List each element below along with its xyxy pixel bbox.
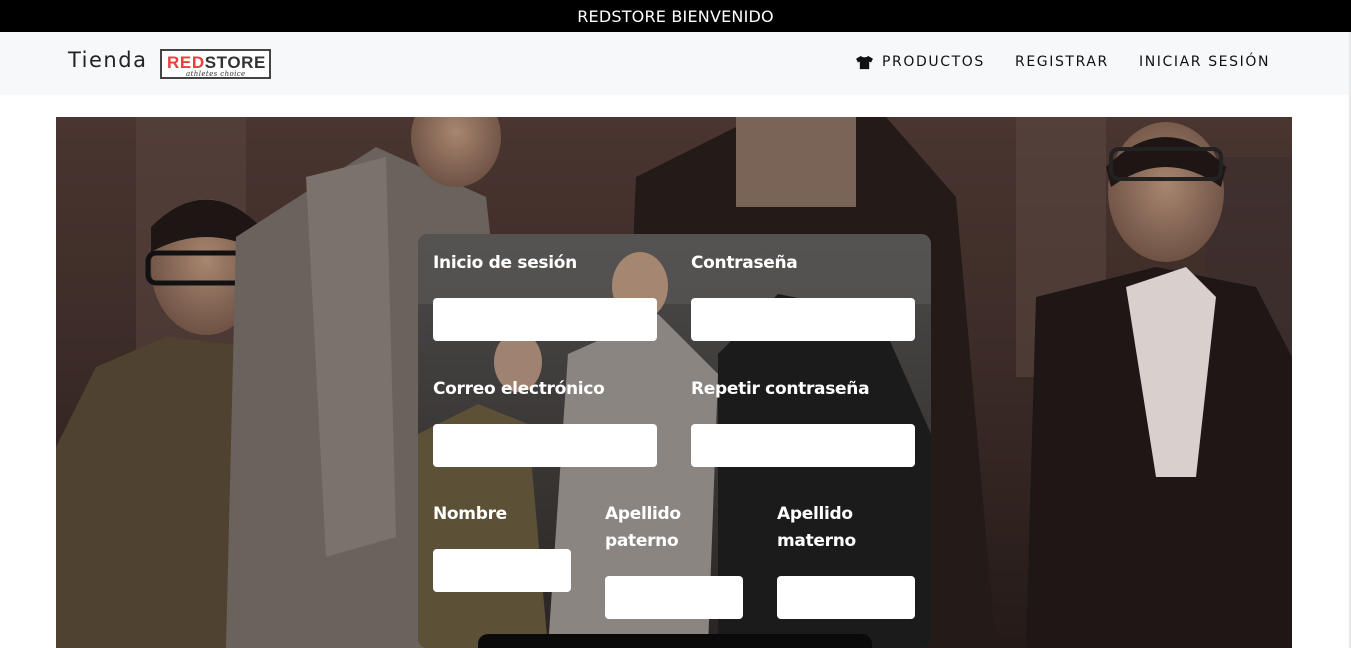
repeat-password-label: Repetir contraseña bbox=[691, 379, 870, 399]
nav-registrar[interactable]: REGISTRAR bbox=[1015, 54, 1109, 70]
nav-iniciar-sesion-label: INICIAR SESIÓN bbox=[1139, 54, 1271, 70]
paternal-surname-input[interactable] bbox=[605, 576, 743, 619]
email-label: Correo electrónico bbox=[433, 379, 605, 399]
username-label: Inicio de sesión bbox=[433, 253, 577, 273]
nav-productos-label: PRODUCTOS bbox=[882, 54, 985, 70]
welcome-banner: REDSTORE BIENVENIDO bbox=[0, 0, 1351, 32]
password-label: Contraseña bbox=[691, 253, 798, 273]
nav-registrar-label: REGISTRAR bbox=[1015, 54, 1109, 70]
registration-form-card: Inicio de sesión Contraseña Correo elect… bbox=[418, 234, 931, 648]
nav-iniciar-sesion[interactable]: INICIAR SESIÓN bbox=[1139, 54, 1270, 70]
username-input[interactable] bbox=[433, 298, 657, 341]
name-label: Nombre bbox=[433, 504, 507, 524]
submit-button-partial[interactable] bbox=[478, 634, 872, 648]
repeat-password-input[interactable] bbox=[691, 424, 915, 467]
name-input[interactable] bbox=[433, 549, 571, 592]
welcome-banner-text: REDSTORE BIENVENIDO bbox=[577, 6, 774, 26]
paternal-surname-label: Apellido paterno bbox=[605, 504, 681, 551]
email-input[interactable] bbox=[433, 424, 657, 467]
redstore-logo[interactable]: REDSTORE athletes choice bbox=[160, 49, 271, 79]
password-input[interactable] bbox=[691, 298, 915, 341]
maternal-surname-input[interactable] bbox=[777, 576, 915, 619]
logo-tagline: athletes choice bbox=[186, 70, 246, 78]
nav-productos[interactable]: PRODUCTOS bbox=[855, 54, 985, 70]
brand-name[interactable]: Tienda bbox=[68, 48, 147, 72]
t-shirt-icon bbox=[856, 55, 873, 69]
maternal-surname-label: Apellido materno bbox=[777, 504, 856, 551]
